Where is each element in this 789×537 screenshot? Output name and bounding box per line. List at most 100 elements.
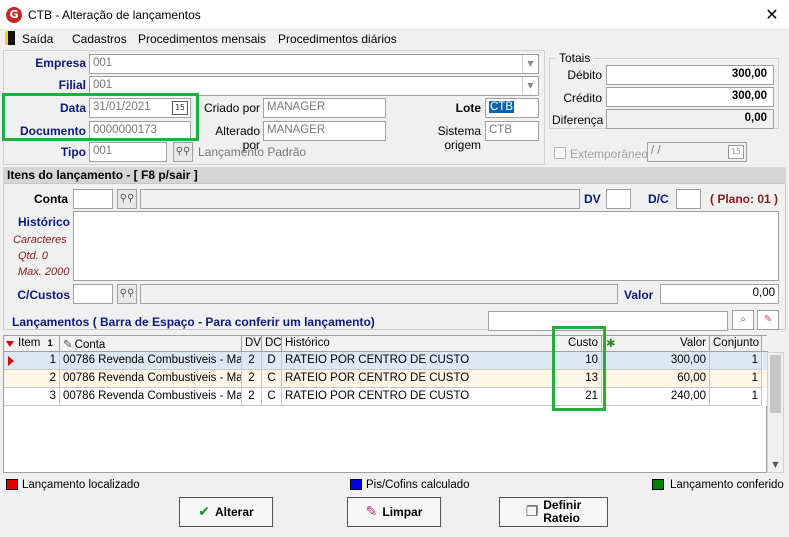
lote-field[interactable]: CTB [485,98,539,118]
menu-procedimentos-diarios[interactable]: Procedimentos diários [278,32,397,46]
cell-historico: RATEIO POR CENTRO DE CUSTO [282,352,554,370]
lancamentos-grid: Item 1 ✎ Conta DV DC Histórico Custo ✱ Va… [3,335,768,473]
binoculars-icon[interactable]: ⚲⚲ [117,284,137,304]
column-item[interactable]: Item 1 [4,336,60,352]
scroll-down-icon[interactable]: ▼ [768,457,783,472]
column-conta-label: Conta [74,339,106,351]
extemporaneo-date-field[interactable]: / / 15 [647,142,747,162]
filial-value: 001 [93,79,113,91]
sistema-origem-field: CTB [485,121,539,141]
definir-rateio-button[interactable]: ❐ Definir Rateio [499,497,608,527]
highlight-box-custo [552,326,606,411]
document-icon: ❐ [525,503,539,520]
eraser-icon: ✎ [365,504,378,520]
debito-value: 300,00 [606,65,774,85]
menu-procedimentos-mensais[interactable]: Procedimentos mensais [138,32,266,46]
credito-label: Crédito [563,91,602,105]
column-valor-label: Valor [680,337,706,349]
definir-label-line2: Rateio [543,511,580,525]
extemporaneo-checkbox[interactable] [554,147,566,159]
chevron-down-icon[interactable]: ▼ [522,77,538,95]
close-button[interactable]: ✕ [760,4,784,26]
lote-value: CTB [489,101,514,113]
cell-valor: 240,00 [602,388,710,406]
centro-custos-label: C/Custos [17,288,70,302]
dv-label: DV [584,192,601,206]
binoculars-icon[interactable]: ⚲⚲ [173,142,193,162]
legend-localizado-swatch [6,479,18,490]
dc-field[interactable] [676,189,701,209]
table-row[interactable]: 3 00786 Revenda Combustiveis - Ma... 2 C… [4,388,768,406]
app-logo-icon: G [6,7,22,23]
cell-valor: 60,00 [602,370,710,388]
cell-dv: 2 [242,370,262,388]
column-historico[interactable]: Histórico [282,336,554,352]
alterar-button[interactable]: ✔ Alterar [179,497,273,527]
binoculars-icon[interactable]: ⚲⚲ [117,189,137,209]
conta-field[interactable] [73,189,113,209]
column-conjunto[interactable]: Conjunto [710,336,762,352]
sistema-origem-label: Sistema origem [437,124,481,152]
conta-label: Conta [34,192,68,206]
lancamentos-search-input[interactable] [488,311,728,331]
caracteres-label: Caracteres [13,234,67,246]
empresa-label: Empresa [35,56,86,70]
column-dv[interactable]: DV [242,336,262,352]
historico-textarea[interactable] [73,211,779,281]
legend-pis-label: Pis/Cofins calculado [366,479,470,491]
scrollbar-thumb[interactable] [770,355,781,413]
historico-label: Histórico [18,215,71,229]
menu-saida[interactable]: Saída [22,32,53,46]
limpar-button[interactable]: ✎ Limpar [347,497,441,527]
alterar-button-label: Alterar [215,505,254,519]
column-conta[interactable]: ✎ Conta [60,336,242,352]
credito-value: 300,00 [606,87,774,107]
calendar-icon[interactable]: 15 [728,145,744,159]
title-bar: G CTB - Alteração de lançamentos ✕ [0,0,789,30]
cell-item: 2 [4,370,60,388]
table-row[interactable]: 1 00786 Revenda Combustiveis - Ma... 2 D… [4,352,768,370]
legend-localizado-label: Lançamento localizado [22,479,140,491]
search-preview-icon[interactable]: ⌕ [732,310,754,330]
cell-historico: RATEIO POR CENTRO DE CUSTO [282,388,554,406]
tipo-label: Tipo [60,145,86,159]
cell-conjunto: 1 [710,388,762,406]
cell-historico: RATEIO POR CENTRO DE CUSTO [282,370,554,388]
criado-por-field: MANAGER [263,98,386,118]
extemporaneo-label: Extemporâneo [570,147,649,161]
chevron-down-icon[interactable]: ▼ [522,55,538,73]
column-item-label: Item [18,337,41,349]
clear-filter-icon[interactable]: ✎ [757,310,779,330]
legend-conferido-swatch [652,479,664,490]
definir-rateio-label: Definir Rateio [543,499,581,525]
column-valor[interactable]: ✱ Valor [602,336,710,352]
itens-section-title: Itens do lançamento - [ F8 p/sair ] [3,167,786,183]
criado-por-label: Criado por [203,101,260,115]
grid-scrollbar[interactable]: ▼ [767,352,784,473]
grid-header: Item 1 ✎ Conta DV DC Histórico Custo ✱ Va… [4,336,768,352]
valor-label: Valor [624,288,654,302]
cell-conta: 00786 Revenda Combustiveis - Ma... [60,370,242,388]
alterado-por-field: MANAGER [263,121,386,141]
cell-conjunto: 1 [710,352,762,370]
lote-label: Lote [455,101,481,115]
tipo-field[interactable]: 001 [89,142,167,162]
column-dc[interactable]: DC [262,336,282,352]
cell-dv: 2 [242,388,262,406]
exit-door-icon [5,31,15,45]
cell-item: 3 [4,388,60,406]
valor-field[interactable]: 0,00 [660,284,779,304]
centro-custos-field[interactable] [73,284,113,304]
limpar-button-label: Limpar [382,505,423,519]
dv-field[interactable] [606,189,631,209]
window-title: CTB - Alteração de lançamentos [28,8,201,22]
alterado-por-label: Alterado por [215,124,260,152]
highlight-box-data-documento [2,93,199,141]
dc-label: D/C [648,192,669,206]
cell-conta: 00786 Revenda Combustiveis - Ma... [60,352,242,370]
extemporaneo-date-value: / / [651,145,661,157]
checkmark-icon: ✔ [198,504,211,520]
table-row[interactable]: 2 00786 Revenda Combustiveis - Ma... 2 C… [4,370,768,388]
empresa-select[interactable]: 001 ▼ [89,54,539,74]
menu-cadastros[interactable]: Cadastros [72,32,127,46]
